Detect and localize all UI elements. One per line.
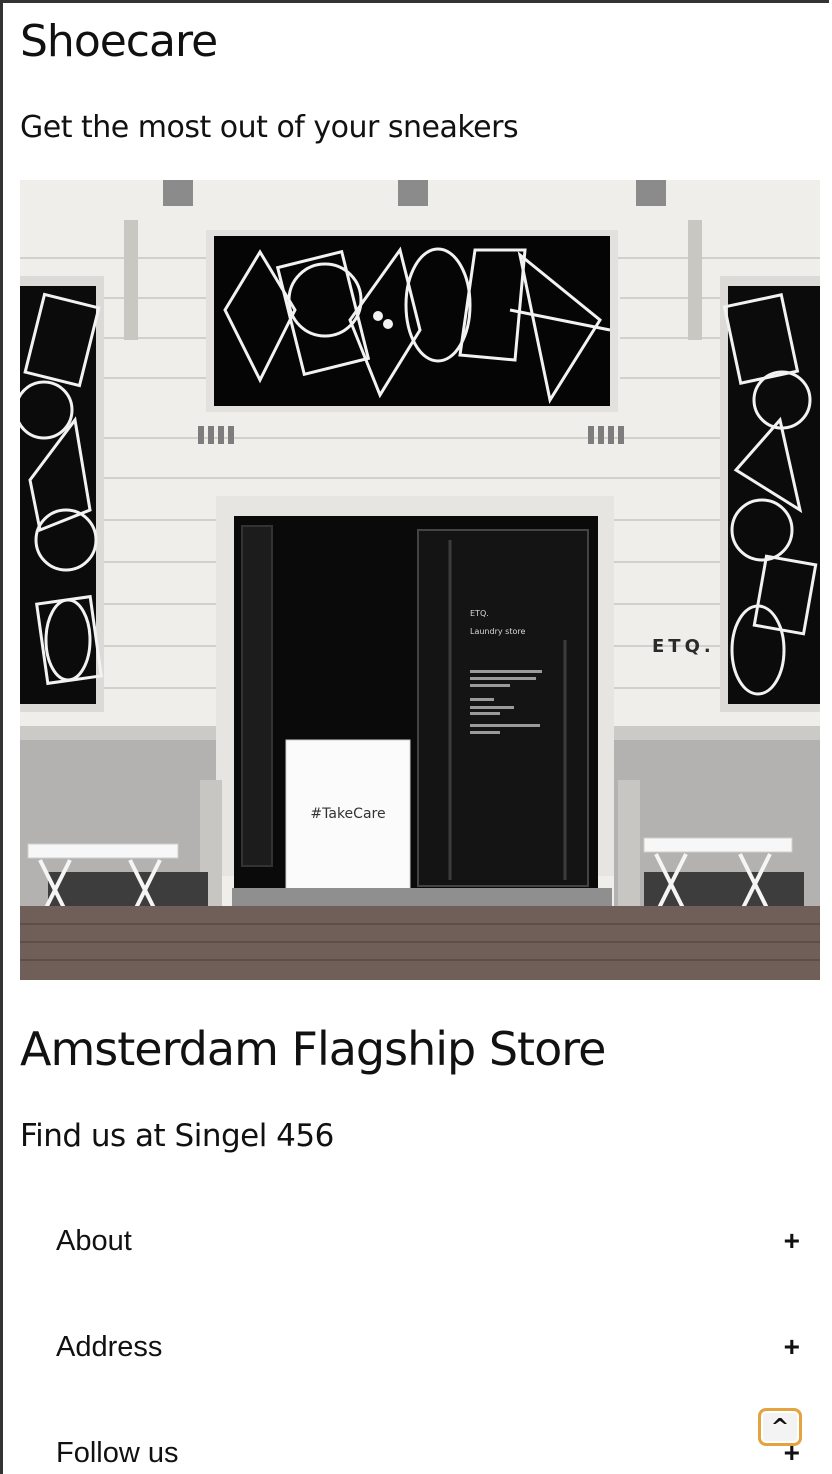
accordion-label: Follow us <box>56 1436 179 1469</box>
accordion-address[interactable]: Address + <box>20 1307 800 1387</box>
plus-icon[interactable]: + <box>784 1225 800 1257</box>
store-photo: ETQ. Laundry store ETQ. #TakeCare <box>20 180 820 980</box>
accordion-about[interactable]: About + <box>20 1201 800 1281</box>
page-subtitle: Get the most out of your sneakers <box>20 110 519 145</box>
accordion-label: Address <box>56 1330 163 1363</box>
store-title: Amsterdam Flagship Store <box>20 1022 606 1076</box>
door-sign-sub: Laundry store <box>470 627 525 636</box>
accordion-label: About <box>56 1224 132 1257</box>
store-address: Find us at Singel 456 <box>20 1118 334 1154</box>
page-title: Shoecare <box>20 16 218 67</box>
plus-icon[interactable]: + <box>784 1331 800 1363</box>
accordion-follow-us[interactable]: Follow us + <box>20 1413 800 1474</box>
counter-text: #TakeCare <box>310 806 385 822</box>
door-sign: ETQ. <box>470 609 489 618</box>
back-to-top-button[interactable]: ^ <box>758 1408 802 1446</box>
wall-logo: ETQ. <box>652 636 715 657</box>
